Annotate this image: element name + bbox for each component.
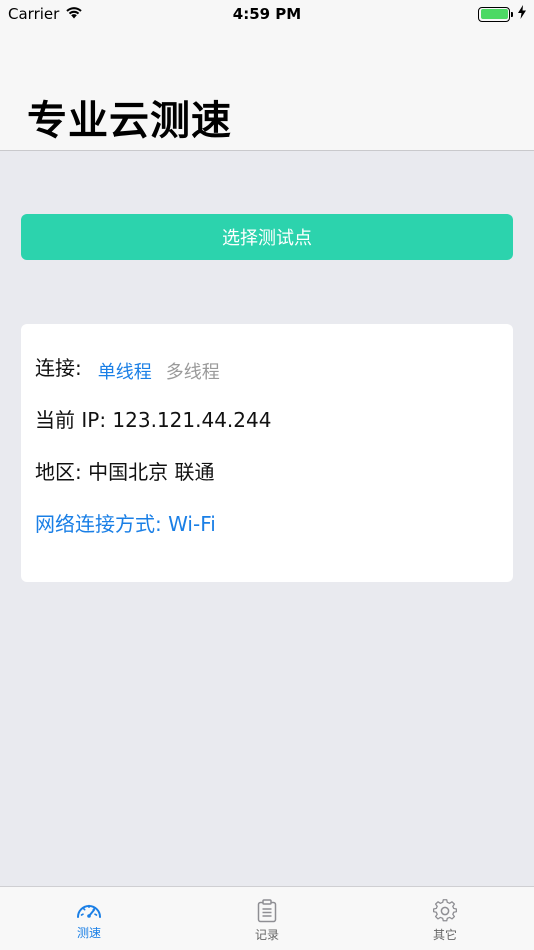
tab-records[interactable]: 记录 (178, 887, 356, 950)
speedometer-icon (75, 899, 103, 921)
clipboard-icon (256, 899, 278, 923)
tab-bar: 测速 记录 其它 (0, 886, 534, 950)
navigation-header: Carrier 4:59 PM 专业云测速 (0, 0, 534, 151)
connection-label: 连接: (35, 356, 82, 380)
status-time: 4:59 PM (232, 5, 302, 23)
status-bar: Carrier 4:59 PM (0, 0, 534, 28)
tab-label: 其它 (432, 928, 457, 942)
connection-row: 连接: 单线程 多线程 (35, 352, 220, 384)
tab-label: 记录 (254, 928, 279, 942)
multi-thread-option[interactable]: 多线程 (166, 358, 220, 384)
tab-label: 测速 (76, 926, 101, 940)
tab-speed-test[interactable]: 测速 (0, 887, 178, 950)
single-thread-option[interactable]: 单线程 (98, 358, 152, 384)
region-text: 地区: 中国北京 联通 (35, 460, 215, 484)
battery-icon (478, 6, 513, 22)
connection-info-card: 连接: 单线程 多线程 当前 IP: 123.121.44.244 地区: 中国… (21, 324, 513, 582)
select-test-point-button[interactable]: 选择测试点 (21, 214, 513, 260)
page-title: 专业云测速 (27, 98, 232, 144)
network-type-text[interactable]: 网络连接方式: Wi-Fi (35, 508, 216, 537)
tab-others[interactable]: 其它 (356, 887, 534, 950)
app-screen: Carrier 4:59 PM 专业云测速 选择测试点 连接: 单线程 多线程 … (0, 0, 534, 950)
current-ip-text: 当前 IP: 123.121.44.244 (35, 408, 272, 432)
gear-icon (433, 899, 457, 923)
